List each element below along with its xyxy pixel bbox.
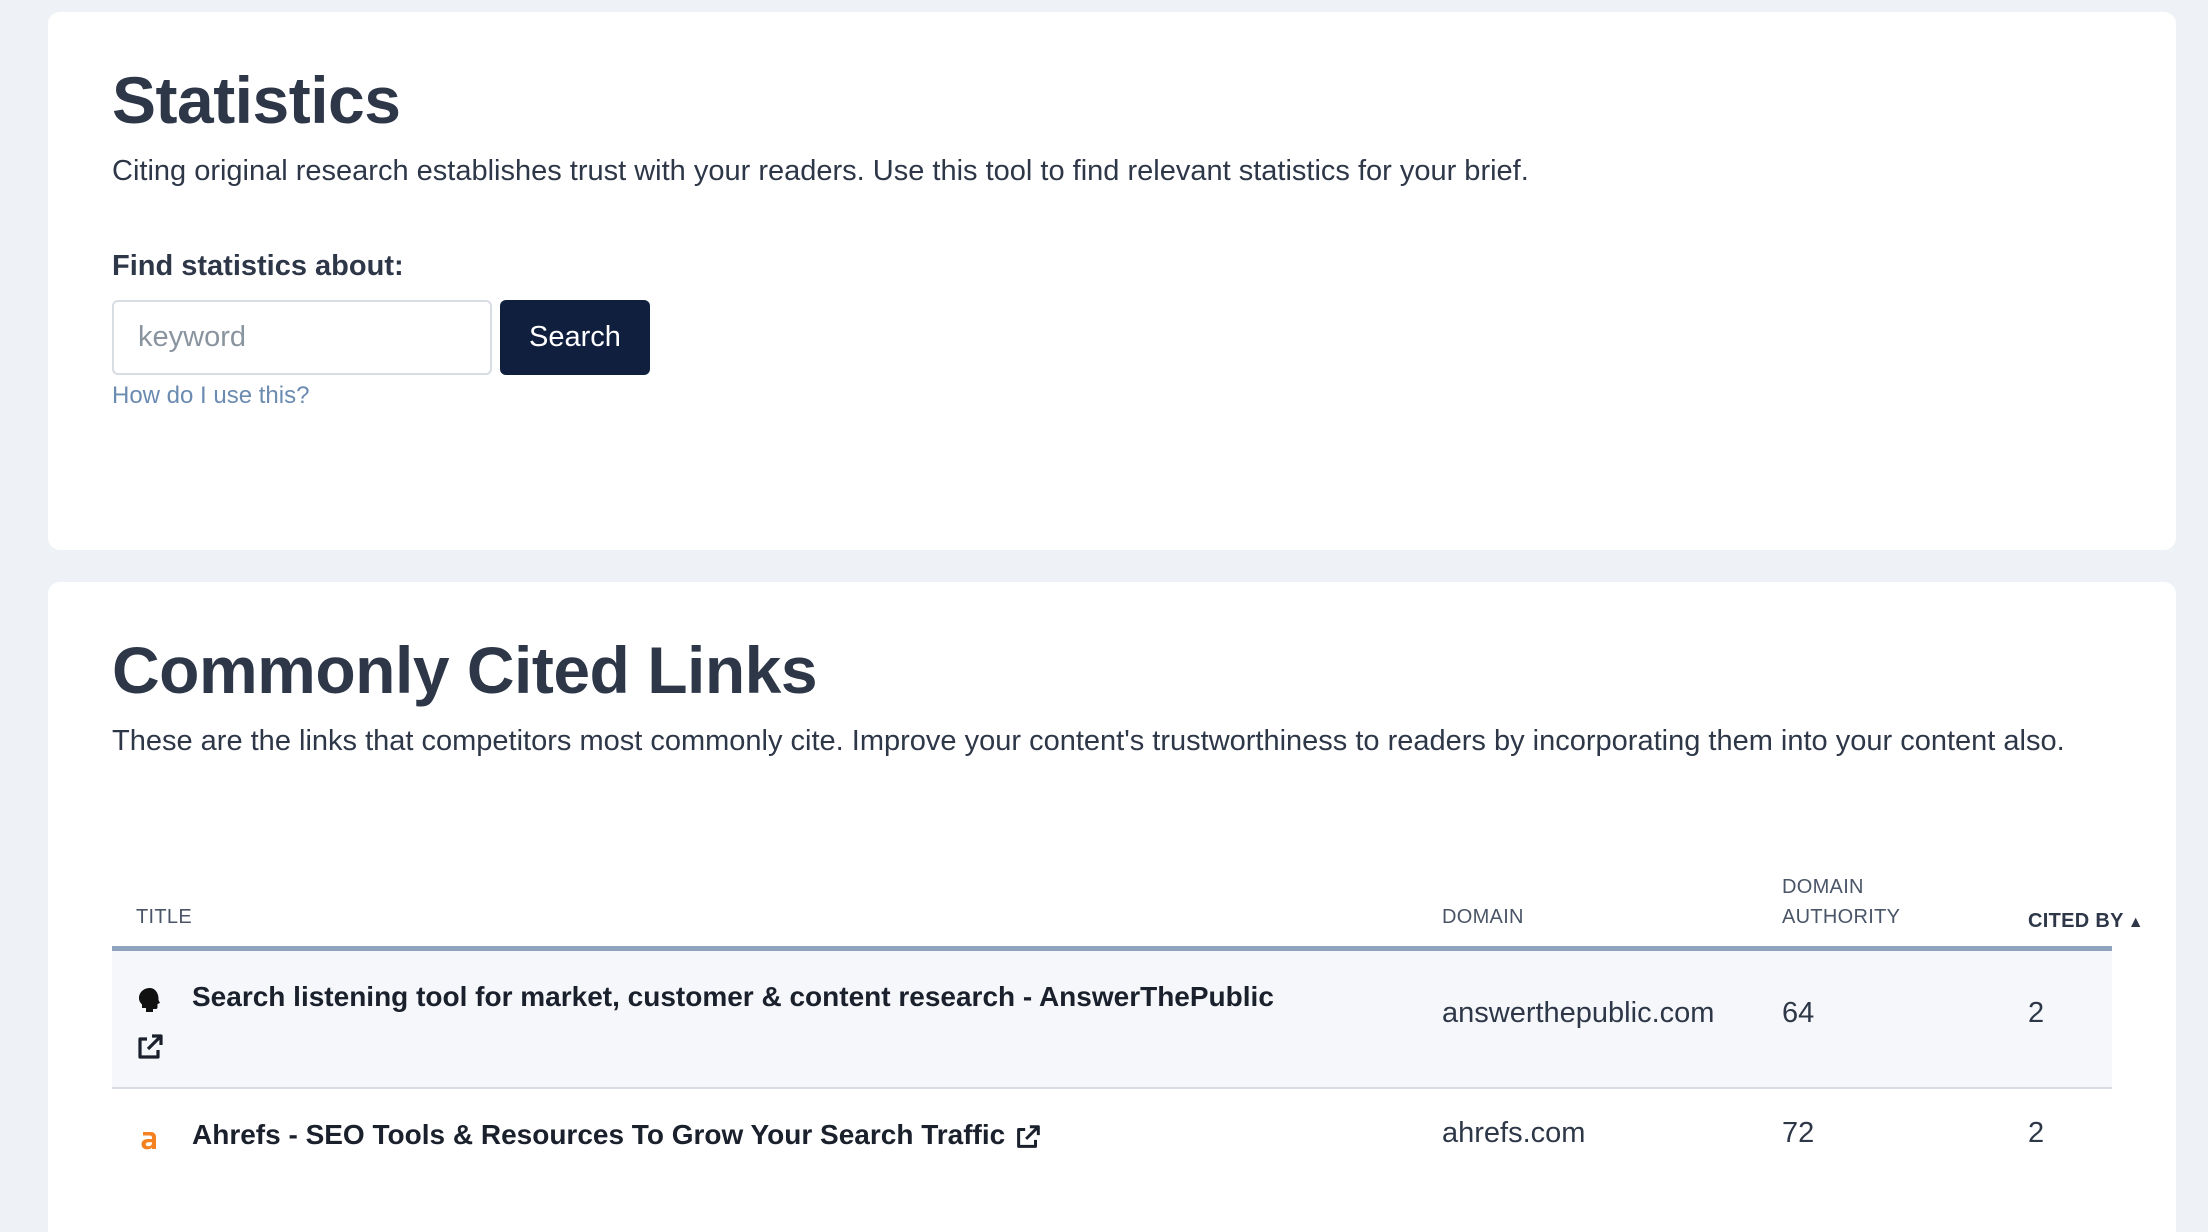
row-cited-by: 2 [2028,997,2045,1029]
ahrefs-logo-icon [141,1132,156,1150]
column-header-cited-by[interactable]: Cited By ▲ [2028,906,2144,938]
statistics-description: Citing original research establishes tru… [112,155,1529,187]
column-header-domain[interactable]: Domain [1442,902,1524,932]
commonly-cited-links-title: Commonly Cited Links [112,633,818,707]
statistics-card: Statistics Citing original research esta… [48,12,2176,550]
cited-links-table: Title Domain Domain Authority Cited By ▲ … [112,858,2144,1183]
page: Statistics Citing original research esta… [0,0,2208,1232]
column-header-title[interactable]: Title [136,902,192,932]
statistics-title: Statistics [112,63,401,137]
keyword-search-input[interactable] [112,300,492,375]
commonly-cited-links-card: Commonly Cited Links These are the links… [48,582,2176,1232]
sort-ascending-icon: ▲ [2127,914,2144,931]
row-cited-by: 2 [2028,1117,2045,1149]
column-header-domain-authority[interactable]: Domain Authority [1782,872,1922,932]
table-row: Ahrefs - SEO Tools & Resources To Grow Y… [112,1089,2112,1183]
row-title: Ahrefs - SEO Tools & Resources To Grow Y… [192,1115,1043,1155]
how-do-i-use-this-link[interactable]: How do I use this? [112,382,309,410]
external-link-icon[interactable] [1013,1122,1043,1152]
search-button[interactable]: Search [500,300,650,375]
commonly-cited-links-description: These are the links that competitors mos… [112,725,2065,757]
row-domain: answerthepublic.com [1442,997,1715,1029]
table-header: Title Domain Domain Authority Cited By ▲ [112,858,2144,951]
row-domain-authority: 72 [1782,1117,1815,1149]
table-row: Search listening tool for market, custom… [112,951,2112,1089]
row-domain-authority: 64 [1782,997,1815,1029]
row-title-link[interactable]: Search listening tool for market, custom… [192,977,1274,1017]
row-title-link[interactable]: Ahrefs - SEO Tools & Resources To Grow Y… [192,1119,1005,1150]
row-domain: ahrefs.com [1442,1117,1586,1149]
column-header-cited-by-label: Cited By [2028,910,2124,932]
external-link-icon[interactable] [134,1031,166,1063]
find-statistics-label: Find statistics about: [112,250,404,282]
answerthepublic-head-icon [139,988,160,1012]
